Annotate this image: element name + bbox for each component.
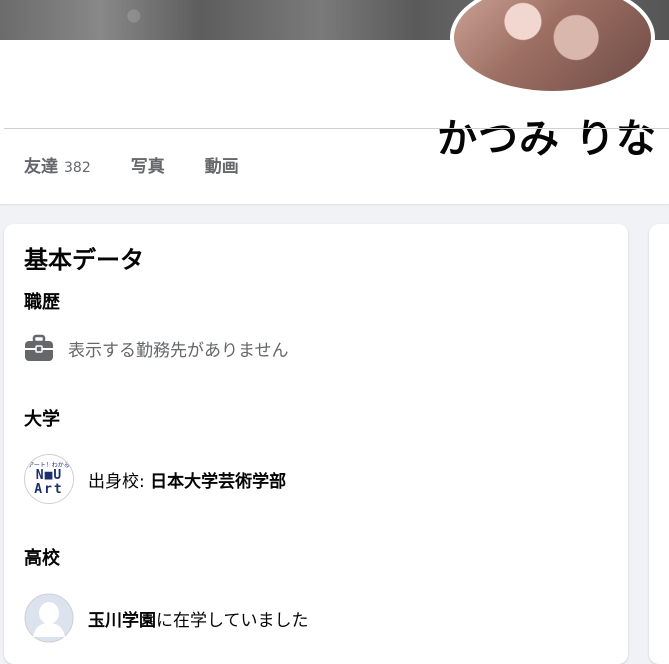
- profile-header: かつみ りな 友達 382 写真 動画: [0, 0, 669, 204]
- work-section-title: 職歴: [24, 292, 60, 313]
- tab-photos[interactable]: 写真: [131, 152, 165, 177]
- high-school-text: 玉川学園に在学していました: [88, 606, 309, 631]
- work-empty-text: 表示する勤務先がありません: [68, 340, 289, 361]
- university-logo-mid: N■U: [35, 467, 63, 483]
- friends-count: 382: [64, 159, 91, 176]
- side-card: [649, 224, 669, 664]
- work-row: 表示する勤務先がありません: [24, 334, 289, 362]
- profile-tabs: 友達 382 写真 動画: [24, 144, 239, 184]
- profile-name: かつみ りな: [437, 116, 657, 162]
- university-text: 出身校: 日本大学芸術学部: [88, 467, 286, 492]
- university-section-title: 大学: [24, 409, 60, 430]
- high-school-row: 玉川学園に在学していました: [24, 593, 309, 643]
- default-avatar-icon[interactable]: [24, 593, 74, 643]
- university-prefix: 出身校:: [88, 471, 151, 492]
- tab-friends-label: 友達: [24, 156, 58, 177]
- basic-info-title: 基本データ: [24, 246, 144, 274]
- header-divider: [4, 128, 669, 129]
- university-link[interactable]: 日本大学芸術学部: [150, 472, 286, 492]
- university-logo[interactable]: アート！わかる N■U Art: [24, 454, 74, 504]
- university-logo-bot: Art: [34, 481, 64, 497]
- university-row: アート！わかる N■U Art 出身校: 日本大学芸術学部: [24, 454, 286, 504]
- profile-avatar[interactable]: [450, 0, 655, 95]
- tab-friends[interactable]: 友達 382: [24, 152, 91, 177]
- high-school-suffix: に在学していました: [156, 610, 309, 631]
- tab-videos[interactable]: 動画: [205, 152, 239, 177]
- briefcase-icon: [25, 334, 53, 361]
- basic-info-card: 基本データ 職歴 表示する勤務先がありません 大学 アート！わかる N■U Ar…: [4, 224, 628, 664]
- high-school-section-title: 高校: [24, 548, 60, 569]
- high-school-link[interactable]: 玉川学園: [88, 611, 156, 631]
